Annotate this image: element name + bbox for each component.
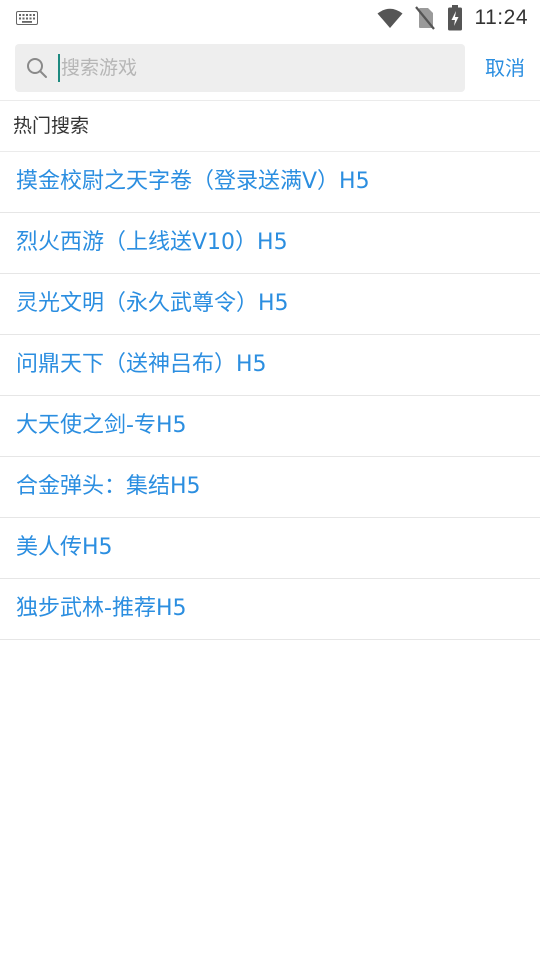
text-cursor [58, 54, 60, 82]
keyboard-icon [16, 10, 38, 29]
battery-charging-icon [447, 5, 463, 31]
wifi-icon [377, 7, 403, 29]
hot-search-title: 热门搜索 [13, 115, 90, 137]
cancel-button[interactable]: 取消 [478, 48, 532, 88]
hot-search-item[interactable]: 灵光文明（永久武尊令）H5 [0, 274, 540, 335]
hot-search-item[interactable]: 独步武林-推荐H5 [0, 579, 540, 640]
status-bar: 11:24 [0, 0, 540, 36]
hot-search-item[interactable]: 摸金校尉之天字卷（登录送满V）H5 [0, 152, 540, 213]
hot-search-list: 摸金校尉之天字卷（登录送满V）H5 烈火西游（上线送V10）H5 灵光文明（永久… [0, 152, 540, 640]
hot-search-item[interactable]: 合金弹头：集结H5 [0, 457, 540, 518]
search-box[interactable] [15, 44, 465, 92]
hot-search-item[interactable]: 问鼎天下（送神吕布）H5 [0, 335, 540, 396]
search-icon [26, 57, 48, 79]
status-time: 11:24 [474, 6, 528, 29]
hot-search-header: 热门搜索 [0, 101, 540, 152]
search-input[interactable] [61, 50, 456, 86]
no-sim-icon [414, 6, 435, 30]
search-bar: 取消 [0, 36, 540, 101]
hot-search-item[interactable]: 大天使之剑-专H5 [0, 396, 540, 457]
hot-search-item[interactable]: 美人传H5 [0, 518, 540, 579]
hot-search-item[interactable]: 烈火西游（上线送V10）H5 [0, 213, 540, 274]
